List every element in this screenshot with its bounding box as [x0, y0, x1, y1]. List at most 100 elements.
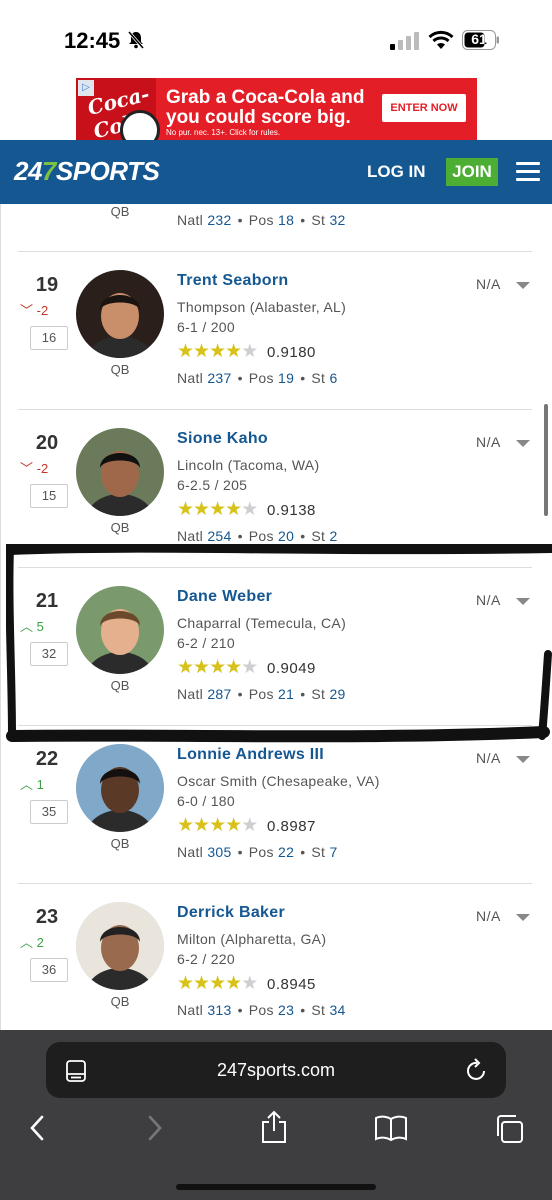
- join-button[interactable]: JOIN: [446, 158, 498, 186]
- commit-status: N/A: [476, 276, 501, 292]
- position-label: QB: [110, 362, 130, 377]
- star-icon: ★: [193, 973, 210, 994]
- st-label: St: [311, 528, 326, 544]
- url-text[interactable]: 247sports.com: [46, 1060, 506, 1081]
- player-measurables: 6-1 / 200: [177, 319, 235, 335]
- avatar[interactable]: [76, 744, 164, 832]
- player-measurables: 6-2 / 220: [177, 951, 235, 967]
- previous-rank-box: 32: [30, 642, 68, 666]
- star-icon: ★: [209, 973, 226, 994]
- browser-toolbar: 247sports.com: [0, 1030, 552, 1200]
- natl-rank[interactable]: 313: [207, 1002, 231, 1018]
- player-name-link[interactable]: Trent Seaborn: [177, 272, 288, 290]
- list-item-partial[interactable]: QB Natl 232 • Pos 18 • St 32: [18, 204, 532, 252]
- st-rank[interactable]: 32: [329, 212, 345, 228]
- player-name-link[interactable]: Lonnie Andrews III: [177, 746, 324, 764]
- share-icon[interactable]: [260, 1110, 288, 1144]
- natl-label: Natl: [177, 844, 204, 860]
- chevron-up-icon: ︿: [20, 619, 34, 634]
- rank-summary: Natl 313 • Pos 23 • St 34: [177, 1002, 346, 1018]
- chevron-down-icon[interactable]: [516, 598, 530, 605]
- star-icon: ★: [225, 973, 242, 994]
- back-icon[interactable]: [28, 1114, 46, 1142]
- home-indicator[interactable]: [176, 1184, 376, 1190]
- ad-cta-button[interactable]: ENTER NOW: [382, 94, 466, 122]
- hamburger-menu-icon[interactable]: [516, 162, 540, 182]
- ad-headline: Grab a Coca-Cola and you could score big…: [166, 87, 365, 128]
- site-logo[interactable]: 247SPORTS: [14, 156, 160, 187]
- star-icon: ★: [193, 815, 210, 836]
- chevron-down-icon: ﹀: [20, 461, 34, 476]
- pos-rank[interactable]: 18: [278, 212, 294, 228]
- star-icon: ★: [209, 815, 226, 836]
- st-rank[interactable]: 6: [329, 370, 337, 386]
- list-item[interactable]: 21 ︿ 5 32 QB Dane Weber Chaparral (Temecula, …: [18, 568, 532, 726]
- avatar[interactable]: [76, 428, 164, 516]
- player-name-link[interactable]: Derrick Baker: [177, 904, 285, 922]
- commit-status: N/A: [476, 592, 501, 608]
- address-bar[interactable]: 247sports.com: [46, 1042, 506, 1098]
- avatar[interactable]: [76, 270, 164, 358]
- rank-number: 21: [35, 590, 59, 612]
- rank-summary: Natl 254 • Pos 20 • St 2: [177, 528, 338, 544]
- star-icon: ★: [241, 657, 258, 678]
- adchoices-icon[interactable]: ▷: [78, 80, 94, 96]
- star-icon: ★: [225, 341, 242, 362]
- list-item[interactable]: 22 ︿ 1 35 QB Lonnie Andrews III Oscar Smith (…: [18, 726, 532, 884]
- st-rank[interactable]: 2: [329, 528, 337, 544]
- player-school: Milton (Alpharetta, GA): [177, 931, 327, 947]
- ad-logo-area: Coca-Cola ▷: [76, 78, 160, 140]
- star-icon: ★: [209, 341, 226, 362]
- pos-rank[interactable]: 20: [278, 528, 294, 544]
- natl-rank[interactable]: 287: [207, 686, 231, 702]
- rank-change: ︿ 2: [20, 932, 44, 951]
- pos-rank[interactable]: 23: [278, 1002, 294, 1018]
- chevron-down-icon[interactable]: [516, 914, 530, 921]
- star-icon: ★: [177, 973, 194, 994]
- star-icon: ★: [241, 973, 258, 994]
- st-rank[interactable]: 29: [329, 686, 345, 702]
- natl-rank[interactable]: 232: [207, 212, 231, 228]
- star-icon: ★: [193, 499, 210, 520]
- reload-icon[interactable]: [466, 1058, 488, 1082]
- bookmarks-icon[interactable]: [374, 1114, 408, 1142]
- list-item[interactable]: 23 ︿ 2 36 QB Derrick Baker Milton (Alpharetta…: [18, 884, 532, 1030]
- rank-change-value: 1: [36, 777, 44, 792]
- rank-change: ﹀ -2: [20, 300, 48, 319]
- login-link[interactable]: LOG IN: [367, 162, 426, 182]
- star-icon: ★: [241, 499, 258, 520]
- pos-rank[interactable]: 22: [278, 844, 294, 860]
- st-rank[interactable]: 34: [329, 1002, 345, 1018]
- pos-rank[interactable]: 19: [278, 370, 294, 386]
- chevron-down-icon[interactable]: [516, 756, 530, 763]
- pos-label: Pos: [248, 686, 274, 702]
- chevron-down-icon[interactable]: [516, 440, 530, 447]
- previous-rank-box: 15: [30, 484, 68, 508]
- natl-rank[interactable]: 305: [207, 844, 231, 860]
- avatar[interactable]: [76, 902, 164, 990]
- pos-rank[interactable]: 21: [278, 686, 294, 702]
- list-item[interactable]: 19 ﹀ -2 16 QB Trent Seaborn Thompson (Alabast…: [18, 252, 532, 410]
- site-header: 247SPORTS LOG IN JOIN: [0, 140, 552, 204]
- chevron-down-icon[interactable]: [516, 282, 530, 289]
- content-border: [0, 204, 1, 1030]
- cellular-signal-icon: [390, 32, 419, 50]
- logo-suffix: SPORTS: [55, 156, 160, 186]
- st-label: St: [311, 686, 326, 702]
- star-icon: ★: [193, 657, 210, 678]
- natl-rank[interactable]: 254: [207, 528, 231, 544]
- forward-icon[interactable]: [146, 1114, 164, 1142]
- previous-rank-box: 36: [30, 958, 68, 982]
- scrollbar[interactable]: [544, 404, 548, 516]
- list-item[interactable]: 20 ﹀ -2 15 QB Sione Kaho Lincoln (Tacoma, WA)…: [18, 410, 532, 568]
- avatar[interactable]: [76, 586, 164, 674]
- commit-status: N/A: [476, 750, 501, 766]
- natl-label: Natl: [177, 686, 204, 702]
- wifi-icon: [428, 30, 454, 49]
- natl-rank[interactable]: 237: [207, 370, 231, 386]
- player-name-link[interactable]: Sione Kaho: [177, 430, 268, 448]
- player-name-link[interactable]: Dane Weber: [177, 588, 272, 606]
- tab-switcher-icon[interactable]: [494, 1114, 524, 1144]
- st-rank[interactable]: 7: [329, 844, 337, 860]
- ad-banner[interactable]: Coca-Cola ▷ Grab a Coca-Cola and you cou…: [76, 78, 477, 140]
